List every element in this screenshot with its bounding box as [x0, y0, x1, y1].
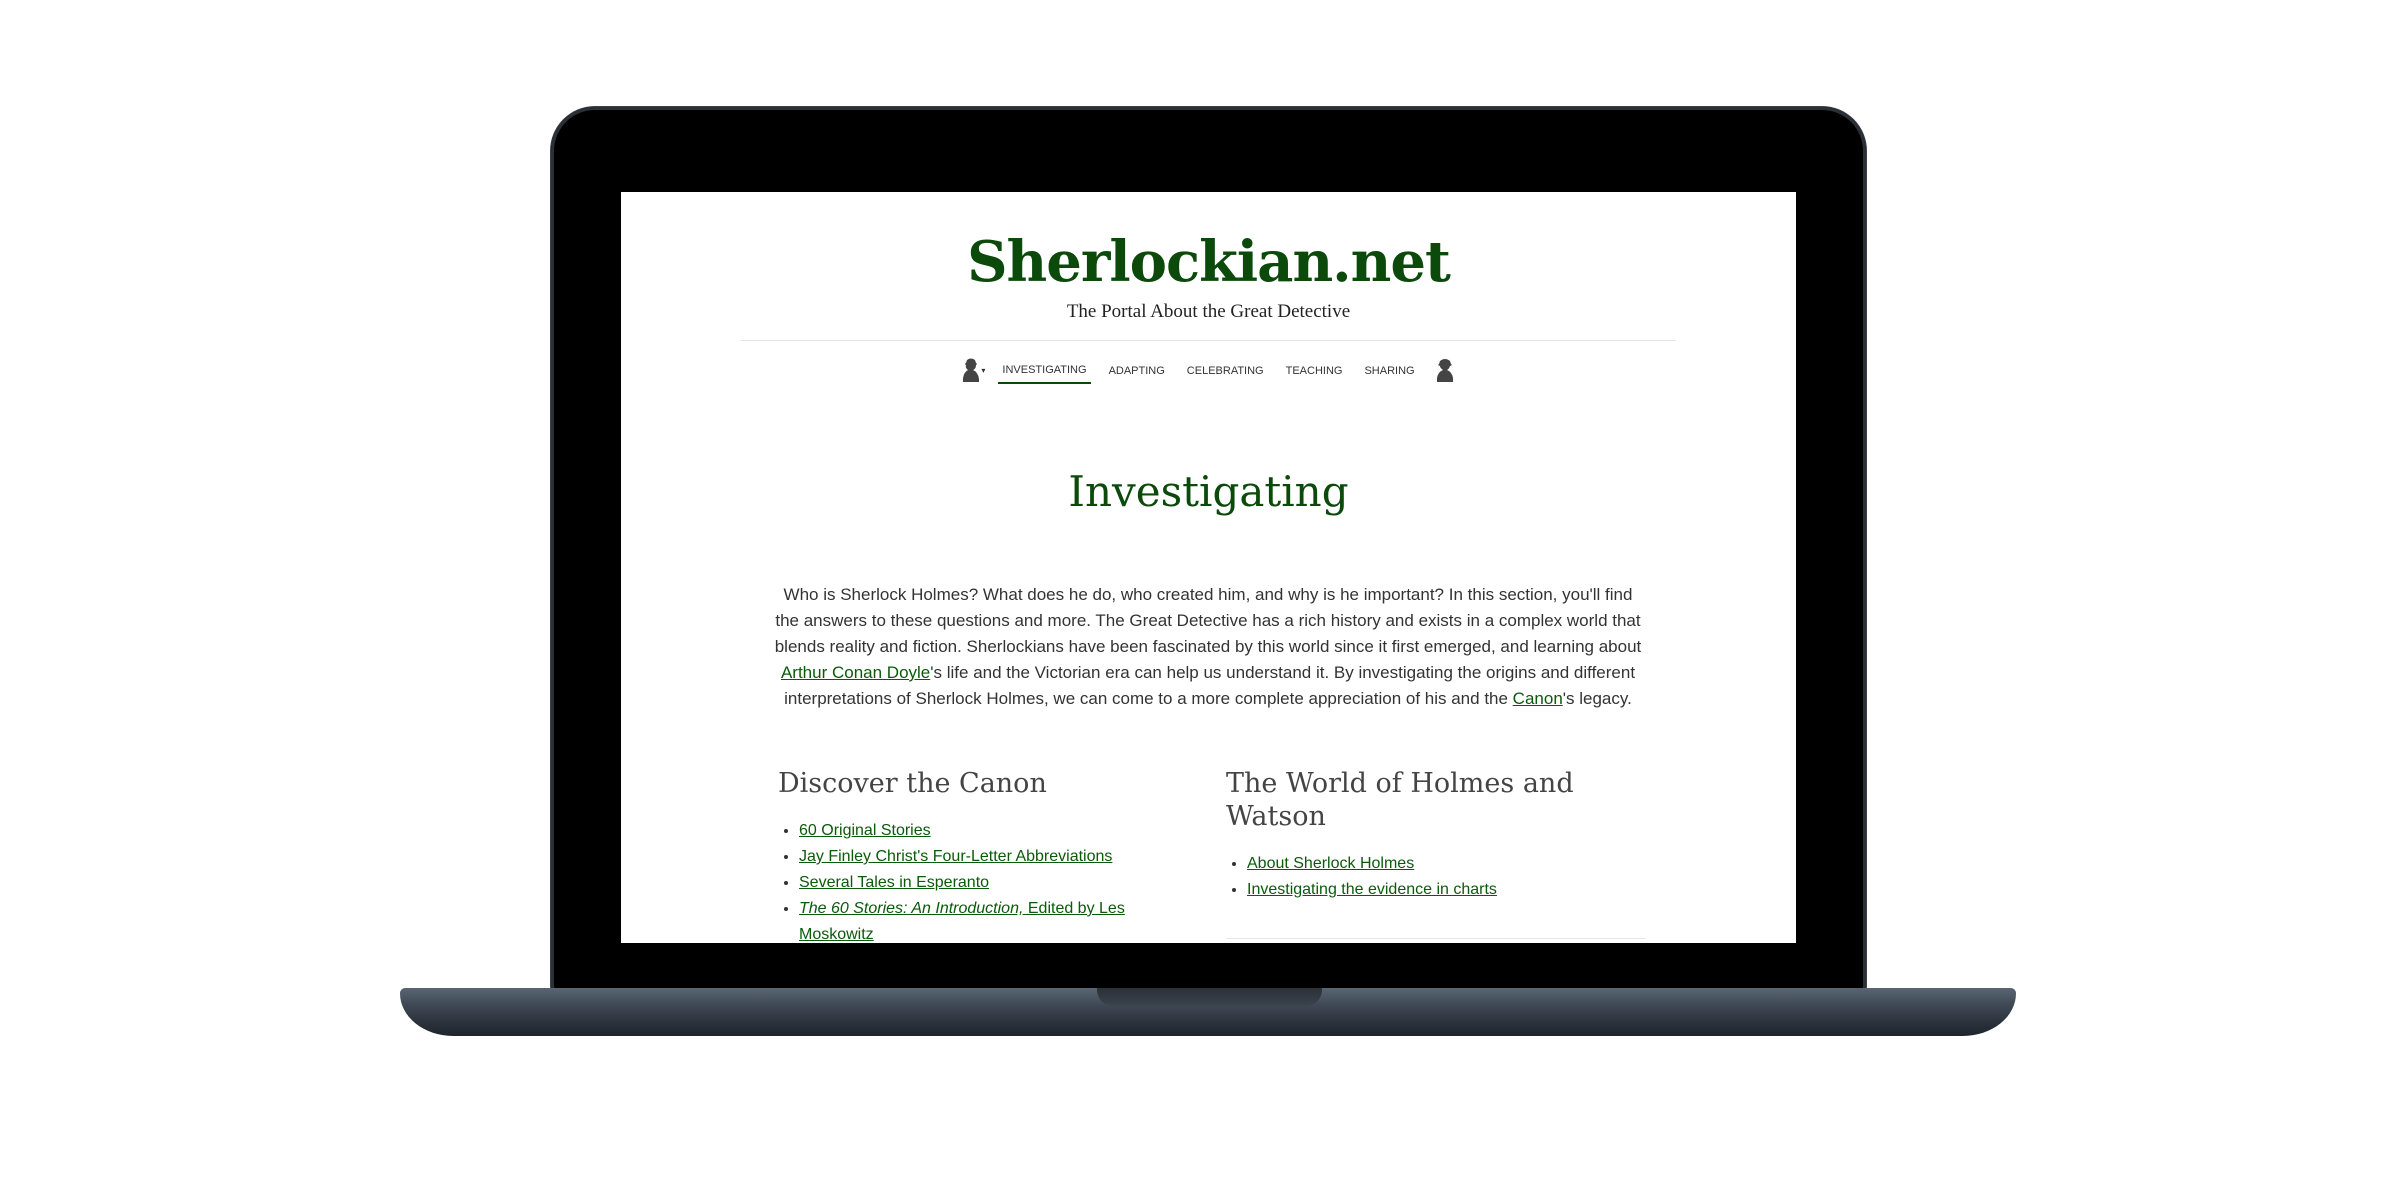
holmes-silhouette-icon[interactable]: [1432, 356, 1458, 384]
world-holmes-watson-list: About Sherlock Holmes Investigating the …: [1226, 851, 1646, 903]
list-item: Investigating the evidence in charts: [1247, 877, 1646, 903]
world-holmes-watson-section: The World of Holmes and Watson About She…: [1226, 767, 1646, 903]
arthur-conan-doyle-link[interactable]: Arthur Conan Doyle: [781, 663, 930, 682]
link-tales-esperanto[interactable]: Several Tales in Esperanto: [799, 874, 989, 891]
header-divider: [741, 340, 1676, 341]
site-tagline: The Portal About the Great Detective: [1066, 301, 1351, 322]
link-60-stories-introduction[interactable]: The 60 Stories: An Introduction, Edited …: [799, 900, 1125, 943]
discover-canon-heading: Discover the Canon: [778, 768, 1047, 799]
list-item: 60 Original Stories: [799, 818, 1178, 844]
holmes-silhouette-icon[interactable]: ▾: [959, 356, 985, 384]
site-title[interactable]: Sherlockian.net: [621, 230, 1796, 294]
main-nav: ▾ INVESTIGATING ADAPTING CELEBRATING TEA…: [621, 352, 1796, 388]
list-item: About Sherlock Holmes: [1247, 851, 1646, 877]
world-holmes-watson-heading: The World of Holmes and Watson: [1226, 768, 1574, 832]
page-title: Investigating: [1068, 467, 1349, 516]
list-item: The 60 Stories: An Introduction, Edited …: [799, 896, 1178, 943]
link-about-sherlock-holmes[interactable]: About Sherlock Holmes: [1247, 855, 1414, 872]
discover-canon-list: 60 Original Stories Jay Finley Christ's …: [778, 818, 1178, 943]
list-item: Several Tales in Esperanto: [799, 870, 1178, 896]
link-60-original-stories[interactable]: 60 Original Stories: [799, 822, 931, 839]
nav-item-investigating[interactable]: INVESTIGATING: [998, 356, 1091, 384]
nav-item-adapting[interactable]: ADAPTING: [1105, 357, 1169, 383]
discover-canon-section: Discover the Canon 60 Original Stories J…: [778, 767, 1178, 943]
nav-item-sharing[interactable]: SHARING: [1360, 357, 1418, 383]
intro-text-3: 's legacy.: [1562, 689, 1632, 708]
intro-paragraph: Who is Sherlock Holmes? What does he do,…: [773, 582, 1643, 712]
nav-item-celebrating[interactable]: CELEBRATING: [1183, 357, 1268, 383]
canon-link[interactable]: Canon: [1513, 689, 1563, 708]
nav-item-teaching[interactable]: TEACHING: [1282, 357, 1347, 383]
browser-viewport: Sherlockian.net The Portal About the Gre…: [621, 192, 1796, 943]
list-item: Jay Finley Christ's Four-Letter Abbrevia…: [799, 844, 1178, 870]
link-italic-title: The 60 Stories: An Introduction,: [799, 900, 1024, 917]
laptop-notch: [1097, 988, 1322, 1006]
link-evidence-charts[interactable]: Investigating the evidence in charts: [1247, 881, 1497, 898]
intro-text-1: Who is Sherlock Holmes? What does he do,…: [774, 585, 1642, 656]
section-divider: [1226, 938, 1646, 939]
chevron-down-icon: ▾: [981, 365, 986, 375]
link-four-letter-abbreviations[interactable]: Jay Finley Christ's Four-Letter Abbrevia…: [799, 848, 1112, 865]
